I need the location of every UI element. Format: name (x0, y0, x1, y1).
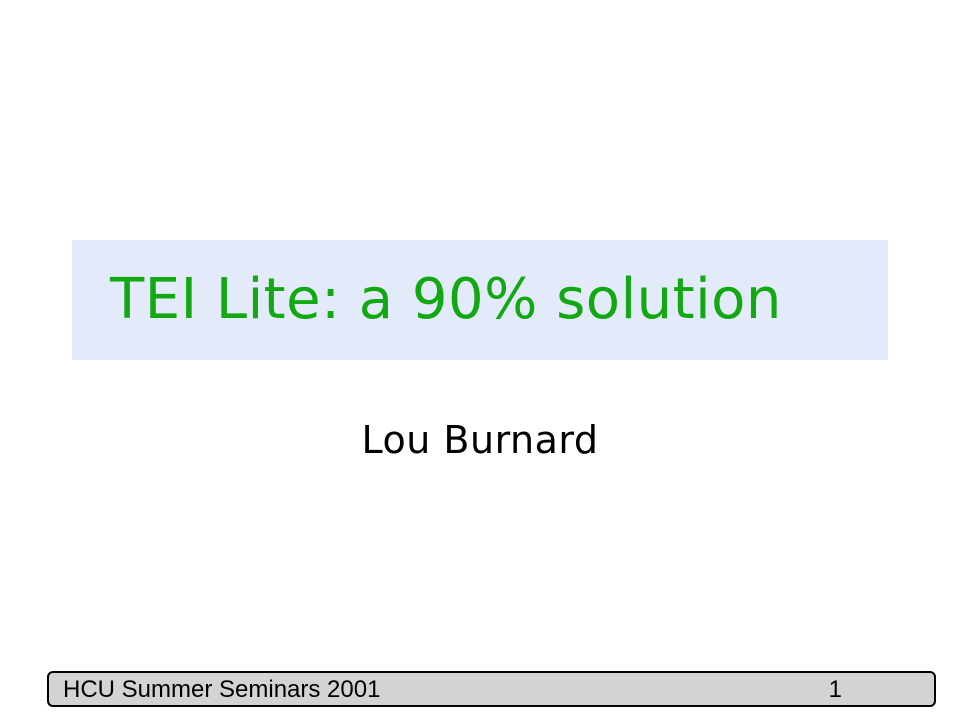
slide-footer: HCU Summer Seminars 2001 1 (47, 671, 936, 707)
slide: TEI Lite: a 90% solution Lou Burnard HCU… (0, 0, 960, 720)
title-banner: TEI Lite: a 90% solution (72, 240, 888, 360)
slide-author: Lou Burnard (361, 418, 599, 462)
slide-title: TEI Lite: a 90% solution (110, 267, 782, 332)
footer-event-name: HCU Summer Seminars 2001 (63, 676, 381, 703)
footer-page-number: 1 (828, 676, 842, 703)
